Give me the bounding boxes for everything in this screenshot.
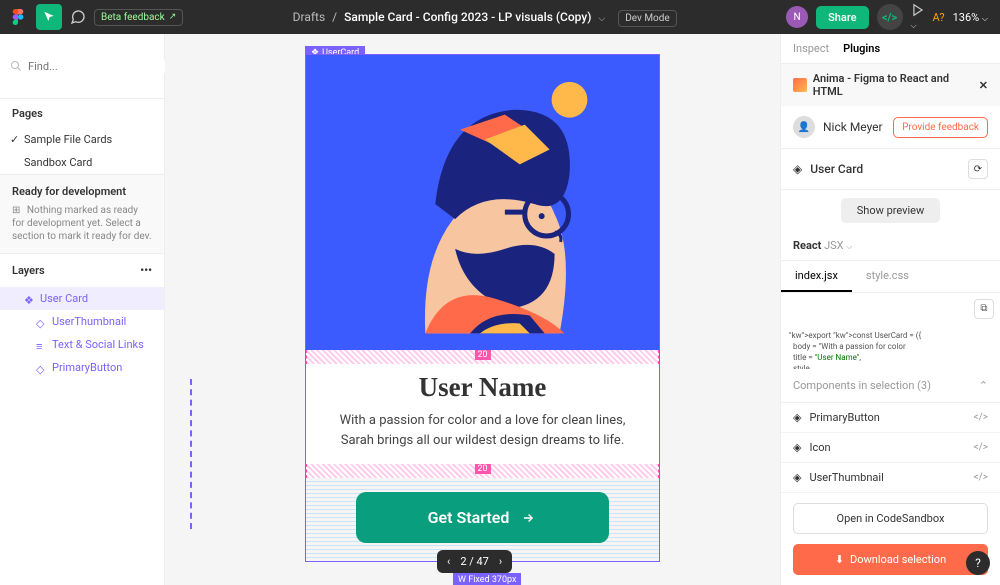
layer-primary-button[interactable]: ◇ PrimaryButton: [0, 356, 164, 379]
search-icon: [10, 60, 22, 72]
left-panel: Sample File Cards ⌵ Pages Sample File Ca…: [0, 34, 165, 585]
component-item[interactable]: ◈Icon</>: [781, 433, 1000, 463]
help-icon[interactable]: ?: [966, 551, 990, 575]
dev-mode-toggle-icon[interactable]: </>: [877, 4, 903, 30]
tab-plugins[interactable]: Plugins: [843, 42, 880, 55]
avatar[interactable]: N: [786, 6, 808, 28]
component-icon: ◈: [793, 411, 801, 424]
ready-header: Ready for development: [12, 185, 152, 198]
dev-mode-badge[interactable]: Dev Mode: [618, 10, 677, 27]
illustration: [306, 55, 659, 348]
spacing-indicator: 20: [306, 350, 659, 364]
primary-button[interactable]: Get Started: [356, 492, 609, 543]
grid-icon: ⊞: [12, 205, 20, 216]
button-area: Get Started: [306, 478, 659, 561]
frame-icon: ≡: [36, 340, 46, 350]
arrow-right-icon: [519, 511, 537, 525]
figma-logo-icon[interactable]: [12, 9, 28, 25]
show-preview-button[interactable]: Show preview: [841, 198, 941, 223]
plugin-user-row: 👤 Nick Meyer Provide feedback: [781, 106, 1000, 149]
selection-pager[interactable]: ‹ 2 / 47 ›: [437, 550, 512, 573]
component-item[interactable]: ◈UserThumbnail</>: [781, 463, 1000, 493]
layer-text-social[interactable]: ≡ Text & Social Links: [0, 333, 164, 356]
code-block[interactable]: "kw">export "kw">const UserCard = ({ bod…: [781, 293, 1000, 369]
instance-icon: ◇: [36, 317, 46, 327]
layers-header: Layers •••: [0, 254, 164, 287]
share-button[interactable]: Share: [816, 6, 868, 29]
close-icon[interactable]: ✕: [979, 79, 988, 92]
search-input[interactable]: [28, 60, 168, 73]
pages-header: Pages: [0, 99, 164, 128]
copy-icon[interactable]: ⧉: [974, 299, 994, 319]
download-icon: ⬇: [835, 553, 844, 566]
code-icon[interactable]: </>: [974, 472, 988, 483]
file-tab-index[interactable]: index.jsx: [781, 261, 852, 292]
text-social-links: User Name With a passion for color and a…: [306, 364, 659, 464]
plugin-header: Anima - Figma to React and HTML ✕: [781, 64, 1000, 106]
zoom-level[interactable]: 136% ⌵: [953, 11, 988, 24]
ready-for-dev-section: Ready for development ⊞ Nothing marked a…: [0, 174, 164, 254]
chevron-up-icon[interactable]: ⌃: [979, 379, 988, 392]
spacing-indicator: 20: [306, 464, 659, 478]
file-name[interactable]: Sample Card - Config 2023 - LP visuals (…: [344, 10, 591, 24]
user-thumbnail: [306, 55, 659, 350]
width-label: W Fixed 370px: [453, 573, 521, 585]
instance-icon: ◇: [36, 363, 46, 373]
tab-inspect[interactable]: Inspect: [793, 42, 829, 55]
provide-feedback-button[interactable]: Provide feedback: [893, 117, 988, 138]
code-icon[interactable]: </>: [974, 442, 988, 453]
layer-user-thumbnail[interactable]: ◇ UserThumbnail: [0, 310, 164, 333]
anima-logo-icon: [793, 78, 807, 92]
component-icon: ◈: [793, 441, 801, 454]
right-tabs: Inspect Plugins: [781, 34, 1000, 64]
page-item[interactable]: Sandbox Card: [0, 151, 164, 174]
breadcrumb: Drafts / Sample Card - Config 2023 - LP …: [191, 10, 778, 24]
user-card-frame[interactable]: 20 User Name With a passion for color an…: [305, 54, 660, 562]
component-item[interactable]: ◈PrimaryButton</>: [781, 403, 1000, 433]
ready-text: ⊞ Nothing marked as ready for developmen…: [12, 204, 152, 243]
beta-feedback-badge[interactable]: Beta feedback: [94, 9, 183, 26]
comment-icon[interactable]: [70, 9, 86, 25]
right-panel: Inspect Plugins Anima - Figma to React a…: [780, 34, 1000, 585]
chevron-right-icon[interactable]: ›: [499, 555, 502, 568]
components-header[interactable]: Components in selection (3) ⌃: [781, 369, 1000, 403]
missing-fonts-icon[interactable]: A?: [933, 11, 945, 24]
crumb-drafts[interactable]: Drafts: [293, 10, 326, 24]
card-title: User Name: [326, 372, 639, 403]
search-bar: Sample File Cards ⌵: [0, 34, 164, 99]
component-icon: ❖: [24, 294, 34, 304]
file-tabs: index.jsx style.css: [781, 261, 1000, 293]
layer-user-card[interactable]: ❖ User Card: [0, 287, 164, 310]
component-icon: ◈: [793, 162, 802, 176]
language-selector[interactable]: React JSX ⌵: [781, 231, 1000, 261]
guide-line: [190, 379, 192, 529]
move-tool-icon[interactable]: [36, 4, 62, 30]
code-icon[interactable]: </>: [974, 412, 988, 423]
file-tab-style[interactable]: style.css: [852, 261, 923, 292]
pager-count: 2 / 47: [460, 555, 489, 568]
page-item[interactable]: Sample File Cards: [0, 128, 164, 151]
chevron-down-icon[interactable]: ⌵: [598, 14, 605, 24]
more-icon[interactable]: •••: [140, 264, 152, 277]
top-toolbar: Beta feedback Drafts / Sample Card - Con…: [0, 0, 1000, 34]
canvas[interactable]: ❖ UserCard ➤: [165, 34, 780, 585]
selected-component-row: ◈ User Card ⟳: [781, 149, 1000, 190]
refresh-icon[interactable]: ⟳: [968, 159, 988, 179]
user-avatar: 👤: [793, 116, 815, 138]
download-selection-button[interactable]: ⬇ Download selection: [793, 544, 988, 575]
open-codesandbox-button[interactable]: Open in CodeSandbox: [793, 503, 988, 534]
play-icon[interactable]: ⌵: [911, 3, 925, 31]
user-name: Nick Meyer: [823, 120, 883, 134]
chevron-left-icon[interactable]: ‹: [447, 555, 450, 568]
card-body: With a passion for color and a love for …: [326, 411, 639, 450]
component-icon: ◈: [793, 471, 801, 484]
